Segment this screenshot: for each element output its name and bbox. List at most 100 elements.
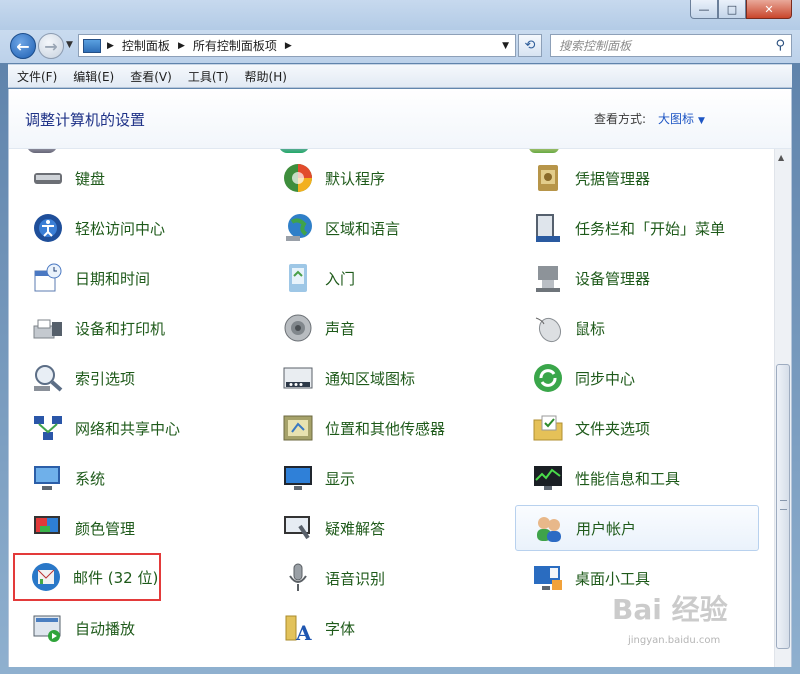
- control-panel-item[interactable]: 疑难解答: [265, 505, 385, 551]
- forward-button[interactable]: →: [38, 33, 64, 59]
- search-icon[interactable]: ⚲: [775, 38, 785, 53]
- indexing-icon: [31, 361, 65, 395]
- control-panel-item-label: 设备和打印机: [75, 319, 166, 338]
- control-panel-item[interactable]: 系统: [15, 455, 105, 501]
- control-panel-item-label: 凭据管理器: [575, 169, 651, 188]
- color-management-icon: [31, 511, 65, 545]
- control-panel-item-label: 疑难解答: [325, 519, 386, 538]
- control-panel-item[interactable]: 通知区域图标: [265, 355, 415, 401]
- control-panel-item-label: 显示: [325, 469, 356, 488]
- page-title: 调整计算机的设置: [25, 111, 146, 129]
- menu-edit[interactable]: 编辑(E): [68, 68, 119, 85]
- control-panel-item[interactable]: A 字体: [265, 605, 355, 651]
- refresh-button[interactable]: ⟲: [518, 34, 542, 57]
- partial-icon: [279, 149, 309, 153]
- control-panel-item[interactable]: 位置和其他传感器: [265, 405, 445, 451]
- breadcrumb-separator-icon[interactable]: ▶: [107, 41, 114, 51]
- address-dropdown-icon[interactable]: ▼: [502, 41, 509, 51]
- content-pane: 调整计算机的设置 查看方式: 大图标 ▼ 键盘 默认程序 凭据管理器轻松访问中心 区域和…: [8, 89, 792, 667]
- control-panel-item[interactable]: 设备管理器: [515, 255, 650, 301]
- control-panel-item-label: 默认程序: [325, 169, 386, 188]
- search-placeholder: 搜索控制面板: [559, 39, 632, 53]
- control-panel-item[interactable]: 颜色管理: [15, 505, 135, 551]
- control-panel-item[interactable]: 凭据管理器: [515, 155, 650, 201]
- default-programs-icon: [281, 161, 315, 195]
- device-manager-icon: [531, 261, 565, 295]
- back-button[interactable]: ←: [10, 33, 36, 59]
- control-panel-item[interactable]: 默认程序: [265, 155, 385, 201]
- control-panel-item[interactable]: 显示: [265, 455, 355, 501]
- control-panel-item[interactable]: 同步中心: [515, 355, 635, 401]
- view-by-dropdown[interactable]: 大图标 ▼: [658, 110, 705, 127]
- control-panel-item[interactable]: 轻松访问中心: [15, 205, 165, 251]
- folder-options-icon: [531, 411, 565, 445]
- arrow-right-icon: →: [44, 36, 58, 56]
- watermark-url: jingyan.baidu.com: [628, 635, 721, 646]
- control-panel-item-label: 入门: [325, 269, 356, 288]
- view-by-value: 大图标: [658, 112, 695, 126]
- menu-view[interactable]: 查看(V): [125, 68, 177, 85]
- menu-bar: 文件(F) 编辑(E) 查看(V) 工具(T) 帮助(H): [8, 64, 792, 88]
- control-panel-item[interactable]: 区域和语言: [265, 205, 400, 251]
- control-panel-item-label: 网络和共享中心: [75, 419, 181, 438]
- control-panel-item[interactable]: 声音: [265, 305, 355, 351]
- breadcrumb-separator-icon[interactable]: ▶: [285, 41, 292, 51]
- control-panel-item-label: 任务栏和「开始」菜单: [575, 219, 726, 238]
- control-panel-item-label: 颜色管理: [75, 519, 136, 538]
- menu-tools[interactable]: 工具(T): [183, 68, 234, 85]
- control-panel-item[interactable]: 任务栏和「开始」菜单: [515, 205, 725, 251]
- control-panel-item[interactable]: 性能信息和工具: [515, 455, 680, 501]
- control-panel-item[interactable]: 日期和时间: [15, 255, 150, 301]
- control-panel-item[interactable]: 键盘: [15, 155, 105, 201]
- scroll-up-icon[interactable]: ▲: [778, 153, 784, 162]
- control-panel-item-label: 自动播放: [75, 619, 136, 638]
- minimize-button[interactable]: —: [690, 0, 718, 19]
- refresh-icon: ⟲: [524, 38, 536, 53]
- control-panel-item[interactable]: 语音识别: [265, 555, 385, 601]
- getting-started-icon: [281, 261, 315, 295]
- scrollbar-thumb[interactable]: [776, 364, 790, 649]
- mouse-icon: [531, 311, 565, 345]
- address-bar[interactable]: ▶ 控制面板 ▶ 所有控制面板项 ▶ ▼: [78, 34, 516, 57]
- content-header: 调整计算机的设置 查看方式: 大图标 ▼: [9, 89, 791, 149]
- breadcrumb-control-panel[interactable]: 控制面板: [122, 37, 170, 54]
- control-panel-item[interactable]: 自动播放: [15, 605, 135, 651]
- control-panel-item-label: 日期和时间: [75, 269, 151, 288]
- keyboard-icon: [31, 161, 65, 195]
- partial-icon: [529, 149, 559, 153]
- control-panel-item-label: 设备管理器: [575, 269, 651, 288]
- desktop-gadgets-icon: [531, 561, 565, 595]
- control-panel-item[interactable]: 设备和打印机: [15, 305, 165, 351]
- devices-printers-icon: [31, 311, 65, 345]
- control-panel-item[interactable]: 鼠标: [515, 305, 605, 351]
- control-panel-item-label: 语音识别: [325, 569, 386, 588]
- control-panel-item-label: 键盘: [75, 169, 106, 188]
- network-sharing-icon: [31, 411, 65, 445]
- breadcrumb-separator-icon[interactable]: ▶: [178, 41, 185, 51]
- title-bar: — □ ✕: [0, 0, 800, 30]
- control-panel-item-label: 性能信息和工具: [575, 469, 681, 488]
- search-input[interactable]: 搜索控制面板 ⚲: [550, 34, 792, 57]
- control-panel-item[interactable]: 邮件 (32 位): [13, 553, 161, 601]
- control-panel-icon: [83, 38, 101, 53]
- vertical-scrollbar[interactable]: ▲: [774, 149, 791, 667]
- display-icon: [281, 461, 315, 495]
- region-language-icon: [281, 211, 315, 245]
- control-panel-item-label: 通知区域图标: [325, 369, 416, 388]
- breadcrumb-all-items[interactable]: 所有控制面板项: [193, 37, 277, 54]
- menu-file[interactable]: 文件(F): [12, 68, 62, 85]
- control-panel-item[interactable]: 索引选项: [15, 355, 135, 401]
- control-panel-item[interactable]: 文件夹选项: [515, 405, 650, 451]
- control-panel-item[interactable]: 用户帐户: [515, 505, 759, 551]
- control-panel-item-label: 文件夹选项: [575, 419, 651, 438]
- arrow-left-icon: ←: [16, 36, 30, 56]
- recent-pages-dropdown[interactable]: ▼: [66, 40, 73, 50]
- control-panel-item-label: 索引选项: [75, 369, 136, 388]
- menu-help[interactable]: 帮助(H): [240, 68, 292, 85]
- control-panel-item-label: 位置和其他传感器: [325, 419, 446, 438]
- control-panel-item[interactable]: 入门: [265, 255, 355, 301]
- maximize-button[interactable]: □: [718, 0, 746, 19]
- close-button[interactable]: ✕: [746, 0, 792, 19]
- svg-text:A: A: [295, 621, 312, 644]
- control-panel-item[interactable]: 网络和共享中心: [15, 405, 180, 451]
